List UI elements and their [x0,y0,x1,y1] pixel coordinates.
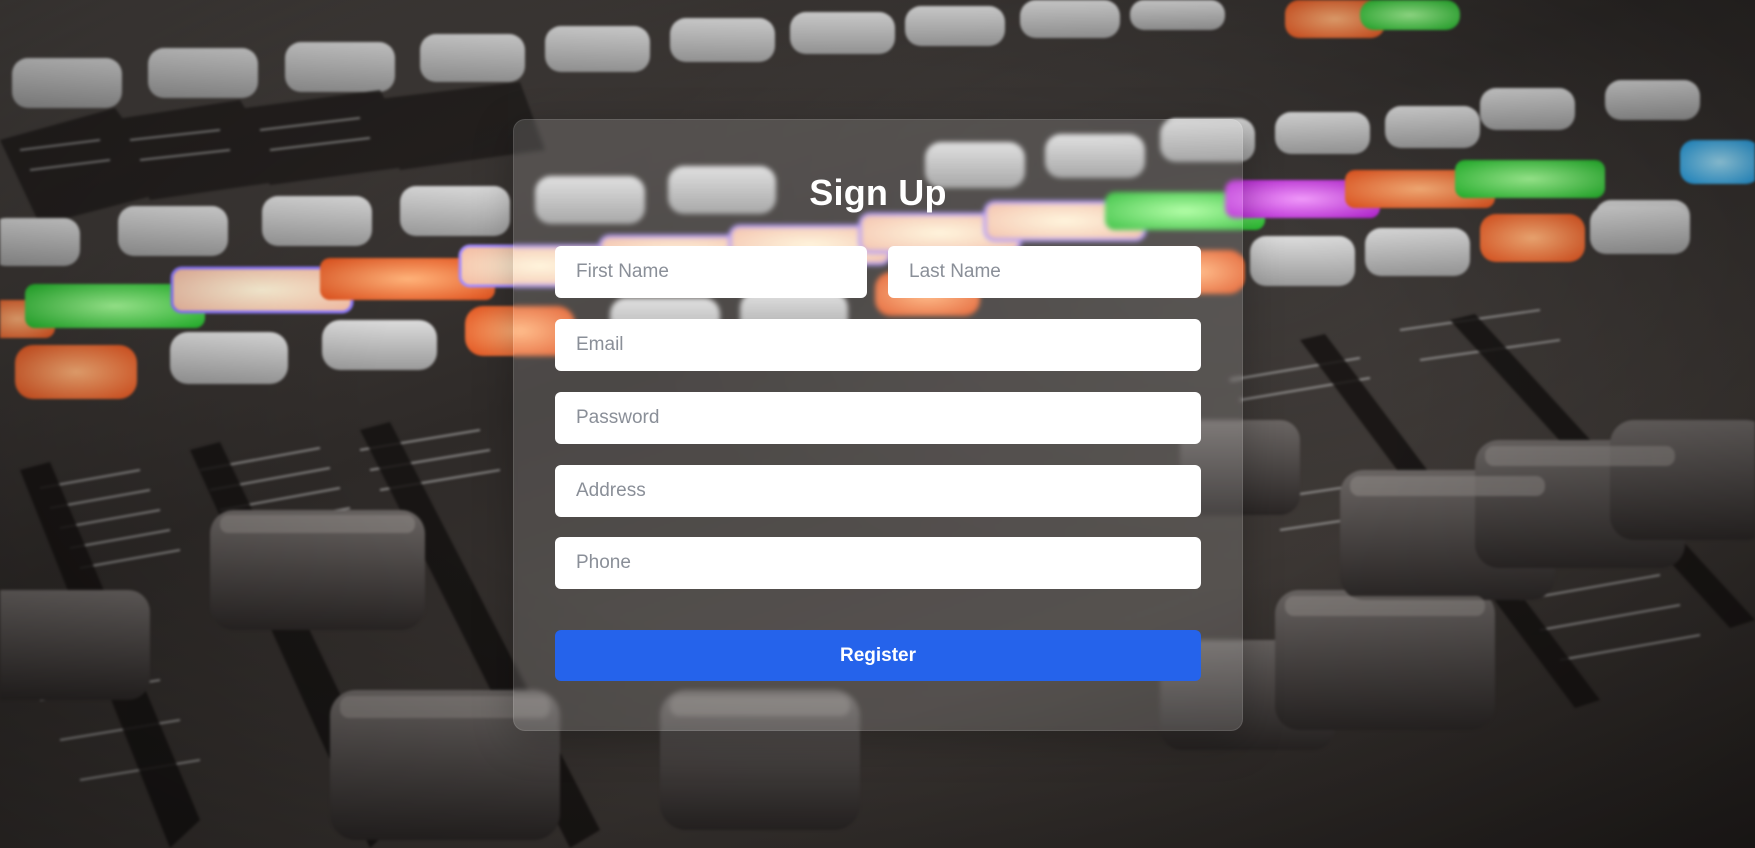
last-name-input[interactable] [888,246,1201,298]
phone-input[interactable] [555,537,1201,589]
address-input[interactable] [555,465,1201,517]
password-input[interactable] [555,392,1201,444]
page-title: Sign Up [809,172,947,213]
register-button[interactable]: Register [555,630,1201,681]
email-input[interactable] [555,319,1201,371]
first-name-input[interactable] [555,246,867,298]
signup-card: Sign Up Register [513,119,1243,731]
